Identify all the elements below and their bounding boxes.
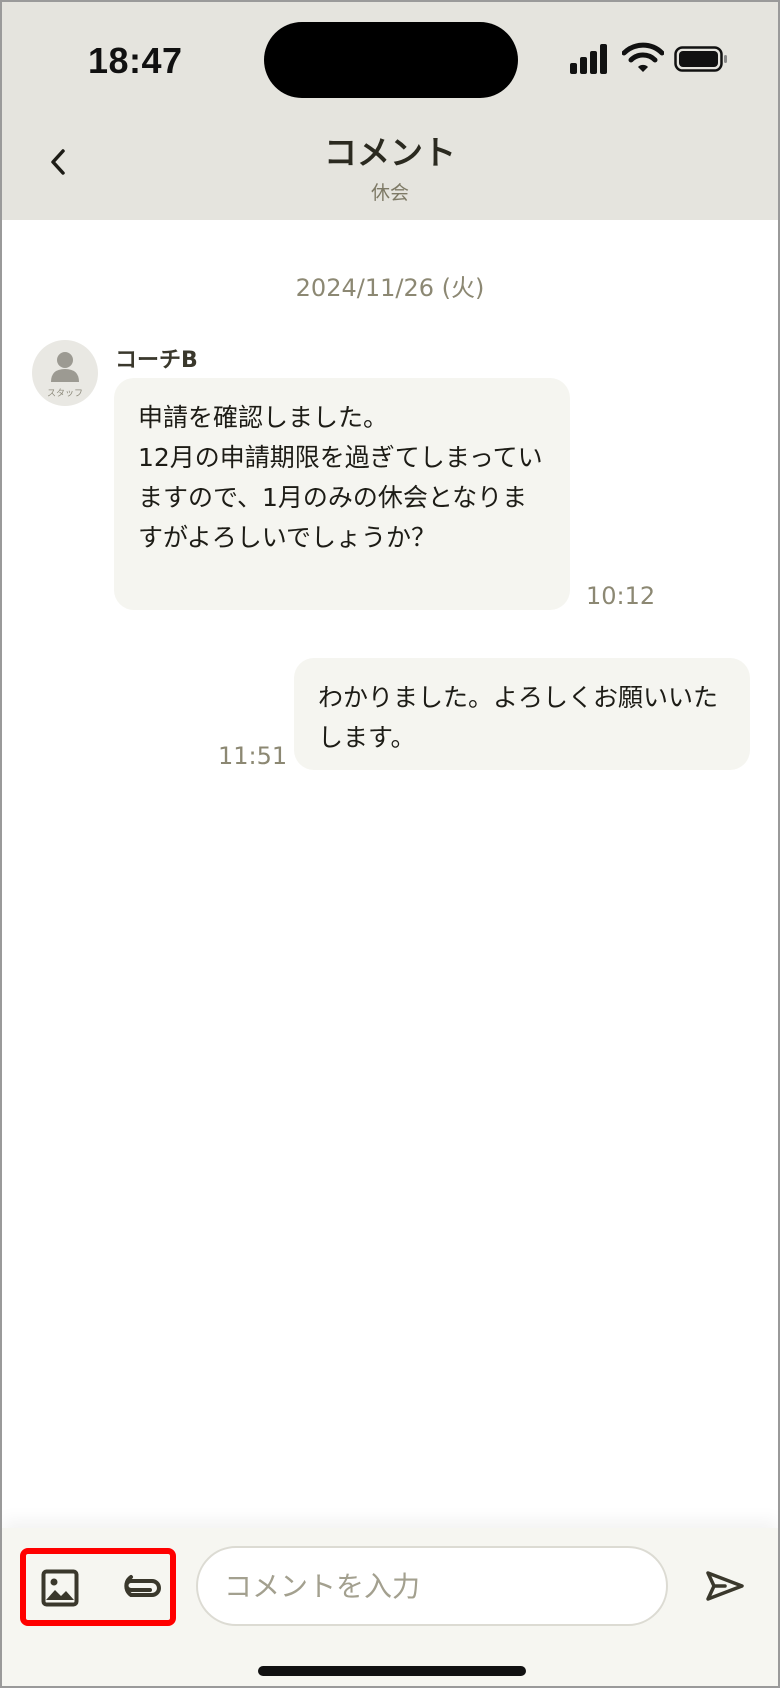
message-time: 10:12 (586, 582, 656, 610)
comment-input[interactable] (196, 1546, 668, 1626)
sender-name: コーチB (115, 348, 198, 373)
send-button[interactable] (702, 1566, 748, 1606)
signal-icon (570, 44, 612, 74)
message-text: 申請を確認しました。 12月の申請期限を過ぎてしまっていますので、1月のみの休会… (138, 403, 543, 552)
page-title: コメント (324, 133, 456, 172)
date-separator: 2024/11/26 (火) (295, 274, 485, 302)
battery-icon (674, 46, 727, 72)
image-icon (41, 1569, 79, 1607)
wifi-icon (622, 42, 664, 72)
attachment-buttons-highlight (20, 1548, 176, 1626)
send-icon (706, 1571, 744, 1601)
phone-screen: 18:47 コメント 休会 2024/11/26 (火) スタッフ コーチB 申… (0, 0, 780, 1688)
incoming-message-bubble: 申請を確認しました。 12月の申請期限を過ぎてしまっていますので、1月のみの休会… (114, 378, 570, 610)
page-subtitle: 休会 (370, 182, 409, 204)
dynamic-island (264, 22, 518, 98)
status-time: 18:47 (88, 40, 183, 81)
outgoing-message-bubble: わかりました。よろしくお願いいたします。 (294, 658, 750, 770)
home-indicator (258, 1666, 526, 1676)
person-icon (51, 352, 79, 382)
avatar: スタッフ (32, 340, 98, 406)
avatar-label: スタッフ (46, 389, 83, 399)
attach-file-button[interactable] (118, 1568, 166, 1608)
composer-bar (2, 1528, 778, 1686)
message-time: 11:51 (218, 742, 288, 770)
message-text: わかりました。よろしくお願いいたします。 (318, 683, 719, 752)
image-button[interactable] (40, 1568, 80, 1608)
paperclip-icon (124, 1575, 161, 1597)
header: 18:47 コメント 休会 (2, 2, 778, 220)
